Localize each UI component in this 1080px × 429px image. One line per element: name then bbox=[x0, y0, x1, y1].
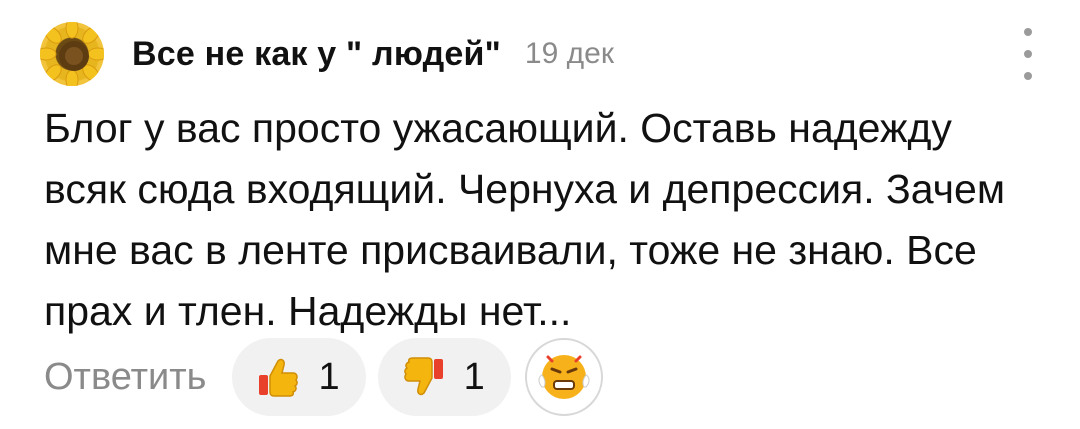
comment-text: Блог у вас просто ужасающий. Оставь наде… bbox=[44, 105, 1006, 334]
author-name[interactable]: Все не как у " людей" bbox=[132, 35, 501, 74]
dislike-button[interactable]: 1 bbox=[377, 338, 511, 416]
sunflower-icon bbox=[40, 22, 104, 86]
add-reaction-button[interactable] bbox=[524, 338, 603, 416]
more-options-icon[interactable] bbox=[1016, 28, 1040, 80]
dislike-count: 1 bbox=[463, 355, 485, 398]
comment-header: Все не как у " людей" 19 дек bbox=[40, 22, 1040, 86]
angry-face-emoji-icon bbox=[538, 355, 590, 399]
avatar[interactable] bbox=[40, 22, 104, 86]
comment-date: 19 дек bbox=[524, 37, 614, 70]
comment-actions: Ответить 1 1 bbox=[44, 337, 603, 417]
reply-button[interactable]: Ответить bbox=[44, 356, 206, 399]
like-count: 1 bbox=[318, 355, 340, 398]
thumbs-up-icon bbox=[259, 358, 299, 397]
like-button[interactable]: 1 bbox=[232, 338, 366, 416]
thumbs-down-icon bbox=[403, 357, 443, 396]
